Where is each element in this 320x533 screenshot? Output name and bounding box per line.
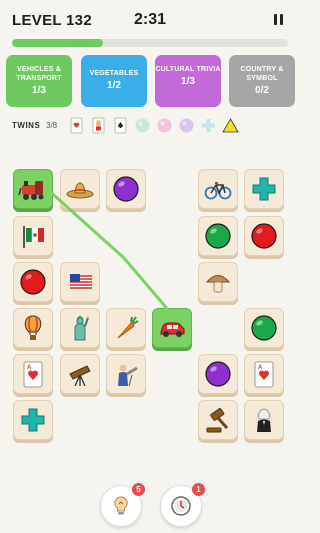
freeze-clock-button[interactable]: 1 <box>160 483 205 527</box>
timer: 2:31 <box>133 11 167 28</box>
usa-flag-icon <box>69 273 93 290</box>
category-name: VEHICLES & TRANSPORT <box>16 66 62 82</box>
astronomer-icon <box>118 364 138 387</box>
progress-fill <box>12 39 104 47</box>
teal-cross-icon <box>202 119 215 132</box>
tile-hot-air-balloon[interactable] <box>13 308 53 348</box>
tile-ace-of-hearts[interactable]: A <box>13 354 53 394</box>
svg-text:A: A <box>258 365 263 371</box>
top-bar: LEVEL 132 2:31 <box>0 0 300 34</box>
tile-red-ball[interactable] <box>244 216 284 256</box>
cross-icon <box>252 177 276 201</box>
svg-text:A: A <box>27 365 32 371</box>
sombrero-icon <box>66 182 94 199</box>
bicycle-icon <box>204 182 232 200</box>
tile-gavel[interactable] <box>198 400 238 440</box>
category-count: 1/2 <box>107 80 121 91</box>
tile-purple-ball[interactable] <box>106 169 146 209</box>
level-progress-bar <box>12 39 288 47</box>
gavel-icon <box>206 407 229 433</box>
tile-judge[interactable] <box>244 400 284 440</box>
tile-purple-ball[interactable] <box>198 354 238 394</box>
red-ball-icon <box>20 269 46 295</box>
category-country-symbol: COUNTRY & SYMBOL 0/2 <box>229 55 295 107</box>
red-ball-icon <box>251 223 277 249</box>
green-ball-icon <box>251 315 277 341</box>
king-card-icon <box>92 117 105 134</box>
tile-ace-of-hearts[interactable]: A <box>244 354 284 394</box>
cross-icon <box>21 408 45 432</box>
category-vegetables: VEGETABLES 1/2 <box>81 55 147 107</box>
hint-count-badge: 5 <box>132 483 145 496</box>
tile-bicycle[interactable] <box>198 169 238 209</box>
tile-mexico-flag[interactable] <box>13 216 53 256</box>
twins-row: TWINS 3/8 <box>12 116 292 136</box>
telescope-icon <box>69 365 91 387</box>
twins-count: 3/8 <box>46 121 58 130</box>
level-label: LEVEL 132 <box>12 12 92 29</box>
judge-icon <box>257 408 271 432</box>
tile-statue-of-liberty[interactable] <box>60 308 100 348</box>
carrot-icon <box>117 316 139 339</box>
tile-car[interactable] <box>152 308 192 348</box>
tile-cross[interactable] <box>13 400 53 440</box>
ace-of-hearts-card-icon <box>70 117 83 134</box>
car-icon <box>160 322 185 337</box>
ace-of-hearts-icon: A <box>23 361 43 388</box>
category-count: 0/2 <box>255 85 269 96</box>
category-count: 1/3 <box>32 85 46 96</box>
lightbulb-icon <box>114 496 128 515</box>
train-icon <box>18 181 44 200</box>
purple-ball-icon <box>205 361 231 387</box>
tile-train[interactable] <box>13 169 53 209</box>
tile-red-ball[interactable] <box>13 262 53 302</box>
category-vehicles-transport: VEHICLES & TRANSPORT 1/3 <box>6 55 72 107</box>
clock-icon <box>171 496 191 516</box>
category-cards: VEHICLES & TRANSPORT 1/3 VEGETABLES 1/2 … <box>6 55 296 109</box>
tile-cross[interactable] <box>244 169 284 209</box>
category-name: CULTURAL TRIVIA <box>155 66 221 73</box>
green-ball-icon <box>135 118 150 133</box>
lavender-ball-icon <box>179 118 194 133</box>
mexico-flag-icon <box>23 226 44 248</box>
tile-usa-flag[interactable] <box>60 262 100 302</box>
category-name: COUNTRY & SYMBOL <box>240 66 284 82</box>
purple-ball-icon <box>113 176 139 202</box>
category-cultural-trivia: CULTURAL TRIVIA 1/3 <box>155 55 221 107</box>
pink-ball-icon <box>157 118 172 133</box>
tile-green-ball[interactable] <box>198 216 238 256</box>
tile-telescope[interactable] <box>60 354 100 394</box>
green-ball-icon <box>205 223 231 249</box>
ace-of-hearts-icon: A <box>254 361 274 388</box>
mushroom-icon <box>205 275 231 293</box>
yellow-triangle-icon <box>222 118 239 133</box>
tile-carrot[interactable] <box>106 308 146 348</box>
hot-air-balloon-icon <box>24 315 42 340</box>
tile-green-ball[interactable] <box>244 308 284 348</box>
tile-mushroom[interactable] <box>198 262 238 302</box>
category-count: 1/3 <box>181 76 195 87</box>
freeze-count-badge: 1 <box>192 483 205 496</box>
tile-sombrero[interactable] <box>60 169 100 209</box>
hint-lightbulb-button[interactable]: 5 <box>100 483 145 527</box>
ace-of-spades-card-icon <box>114 117 127 134</box>
statue-of-liberty-icon <box>74 315 89 341</box>
tile-astronomer[interactable] <box>106 354 146 394</box>
pause-icon[interactable] <box>274 14 284 26</box>
category-name: VEGETABLES <box>89 70 139 77</box>
twins-label: TWINS <box>12 121 41 130</box>
